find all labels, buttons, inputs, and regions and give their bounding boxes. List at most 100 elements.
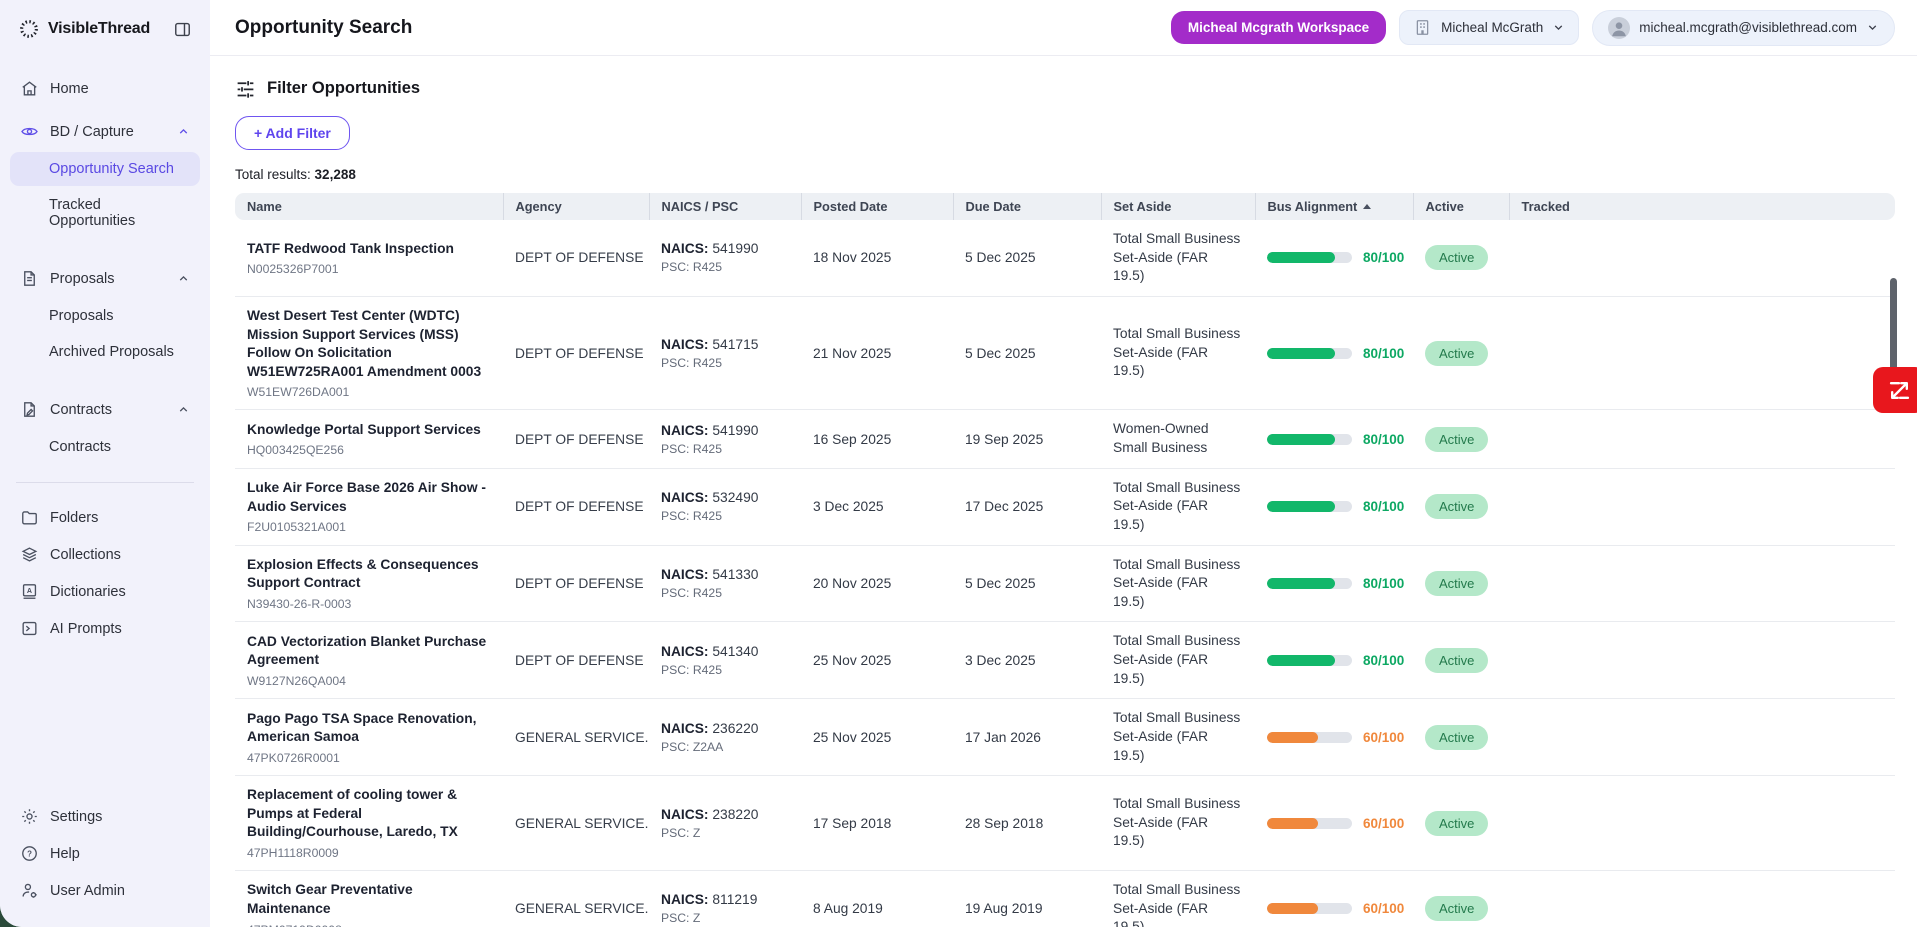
- alignment-score: 60/100: [1363, 816, 1404, 831]
- table-row[interactable]: Luke Air Force Base 2026 Air Show - Audi…: [235, 468, 1895, 545]
- table-row[interactable]: West Desert Test Center (WDTC) Mission S…: [235, 296, 1895, 410]
- posted-date-cell: 25 Nov 2025: [801, 622, 953, 699]
- table-row[interactable]: CAD Vectorization Blanket Purchase Agree…: [235, 622, 1895, 699]
- set-aside-cell: Total Small Business Set-Aside (FAR 19.5…: [1101, 776, 1255, 871]
- table-row[interactable]: Replacement of cooling tower & Pumps at …: [235, 776, 1895, 871]
- table-row[interactable]: Explosion Effects & Consequences Support…: [235, 545, 1895, 622]
- column-header-agency[interactable]: Agency: [503, 193, 649, 220]
- opportunity-name: West Desert Test Center (WDTC) Mission S…: [247, 307, 491, 382]
- naics-psc-cell: NAICS: 532490 PSC: R425: [649, 468, 801, 545]
- alignment-score: 60/100: [1363, 730, 1404, 745]
- sidebar-item-user-admin[interactable]: User Admin: [10, 872, 200, 909]
- sidebar-item-collections[interactable]: Collections: [10, 536, 200, 573]
- opportunity-id: W9127N26QA004: [247, 674, 491, 688]
- naics-psc-cell: NAICS: 541340 PSC: R425: [649, 622, 801, 699]
- workspace-button[interactable]: Micheal Mcgrath Workspace: [1171, 11, 1386, 44]
- column-header-due-date[interactable]: Due Date: [953, 193, 1101, 220]
- active-cell: Active: [1413, 871, 1509, 927]
- column-header-name[interactable]: Name: [235, 193, 503, 220]
- status-badge: Active: [1425, 341, 1488, 366]
- psc-value: PSC: R425: [661, 586, 789, 600]
- sidebar-divider: [16, 482, 194, 483]
- psc-value: PSC: Z2AA: [661, 740, 789, 754]
- top-bar: Opportunity Search Micheal Mcgrath Works…: [210, 0, 1917, 56]
- tracked-cell: [1509, 220, 1895, 296]
- table-row[interactable]: Pago Pago TSA Space Renovation, American…: [235, 699, 1895, 776]
- bus-alignment-cell: 60/100: [1255, 776, 1413, 871]
- sidebar-item-archived-proposals[interactable]: Archived Proposals: [10, 335, 200, 369]
- name-cell: Knowledge Portal Support Services HQ0034…: [235, 410, 503, 468]
- table-row[interactable]: Knowledge Portal Support Services HQ0034…: [235, 410, 1895, 468]
- sidebar-item-folders[interactable]: Folders: [10, 499, 200, 536]
- naics-psc-cell: NAICS: 541990 PSC: R425: [649, 410, 801, 468]
- status-badge: Active: [1425, 494, 1488, 519]
- bus-alignment-cell: 80/100: [1255, 622, 1413, 699]
- name-cell: Pago Pago TSA Space Renovation, American…: [235, 699, 503, 776]
- status-badge: Active: [1425, 427, 1488, 452]
- naics-psc-cell: NAICS: 541715 PSC: R425: [649, 296, 801, 410]
- column-header-tracked[interactable]: Tracked: [1509, 193, 1895, 220]
- agency-cell: GENERAL SERVICE...: [503, 871, 649, 927]
- sidebar-item-settings[interactable]: Settings: [10, 798, 200, 835]
- opportunity-name: Knowledge Portal Support Services: [247, 421, 491, 440]
- sidebar-item-tracked-opportunities[interactable]: Tracked Opportunities: [10, 188, 200, 238]
- alignment-bar: [1267, 578, 1352, 589]
- alignment-score: 60/100: [1363, 901, 1404, 916]
- bus-alignment-cell: 80/100: [1255, 410, 1413, 468]
- alignment-bar: [1267, 655, 1352, 666]
- sidebar-item-home[interactable]: Home: [10, 70, 200, 107]
- posted-date-cell: 25 Nov 2025: [801, 699, 953, 776]
- due-date-cell: 19 Sep 2025: [953, 410, 1101, 468]
- due-date-cell: 3 Dec 2025: [953, 622, 1101, 699]
- screen-capture-widget[interactable]: [1873, 367, 1917, 413]
- sidebar-item-dictionaries[interactable]: A Dictionaries: [10, 573, 200, 610]
- eye-icon: [20, 122, 39, 141]
- sidebar-item-ai-prompts[interactable]: AI Prompts: [10, 610, 200, 647]
- agency-cell: DEPT OF DEFENSE: [503, 220, 649, 296]
- tracked-cell: [1509, 545, 1895, 622]
- svg-text:?: ?: [27, 849, 32, 858]
- collapse-sidebar-icon[interactable]: [173, 20, 192, 39]
- bus-alignment-cell: 80/100: [1255, 468, 1413, 545]
- naics-value: NAICS: 541990: [661, 241, 789, 256]
- total-results: Total results: 32,288: [235, 167, 1895, 182]
- column-header-bus-alignment[interactable]: Bus Alignment: [1255, 193, 1413, 220]
- add-filter-button[interactable]: + Add Filter: [235, 116, 350, 150]
- naics-value: NAICS: 541340: [661, 644, 789, 659]
- sidebar-item-proposals[interactable]: Proposals: [10, 299, 200, 333]
- workspace-selector[interactable]: Micheal McGrath: [1399, 10, 1579, 45]
- sidebar-group-proposals[interactable]: Proposals: [10, 260, 200, 297]
- tracked-cell: [1509, 699, 1895, 776]
- chevron-down-icon: [1552, 21, 1565, 34]
- active-cell: Active: [1413, 296, 1509, 410]
- name-cell: TATF Redwood Tank Inspection N0025326P70…: [235, 220, 503, 296]
- naics-value: NAICS: 811219: [661, 892, 789, 907]
- alignment-score: 80/100: [1363, 432, 1404, 447]
- bus-alignment-cell: 60/100: [1255, 699, 1413, 776]
- brand: VisibleThread: [10, 14, 200, 44]
- active-cell: Active: [1413, 622, 1509, 699]
- active-cell: Active: [1413, 776, 1509, 871]
- column-header-posted-date[interactable]: Posted Date: [801, 193, 953, 220]
- alignment-score: 80/100: [1363, 653, 1404, 668]
- sidebar-group-bd-capture[interactable]: BD / Capture: [10, 113, 200, 150]
- document-icon: [20, 269, 39, 288]
- table-row[interactable]: Switch Gear Preventative Maintenance 47P…: [235, 871, 1895, 927]
- opportunity-name: TATF Redwood Tank Inspection: [247, 240, 491, 259]
- opportunity-name: Switch Gear Preventative Maintenance: [247, 881, 491, 918]
- set-aside-cell: Total Small Business Set-Aside (FAR 19.5…: [1101, 699, 1255, 776]
- sidebar-item-contracts[interactable]: Contracts: [10, 430, 200, 464]
- naics-value: NAICS: 236220: [661, 721, 789, 736]
- column-header-set-aside[interactable]: Set Aside: [1101, 193, 1255, 220]
- column-header-active[interactable]: Active: [1413, 193, 1509, 220]
- naics-value: NAICS: 541990: [661, 423, 789, 438]
- sidebar-group-contracts[interactable]: Contracts: [10, 391, 200, 428]
- opportunity-name: Explosion Effects & Consequences Support…: [247, 556, 491, 593]
- sidebar-item-help[interactable]: ? Help: [10, 835, 200, 872]
- main-content: Filter Opportunities + Add Filter Total …: [210, 56, 1917, 927]
- agency-cell: DEPT OF DEFENSE: [503, 545, 649, 622]
- column-header-naics-psc[interactable]: NAICS / PSC: [649, 193, 801, 220]
- sidebar-item-opportunity-search[interactable]: Opportunity Search: [10, 152, 200, 186]
- account-menu[interactable]: micheal.mcgrath@visiblethread.com: [1592, 10, 1895, 46]
- table-row[interactable]: TATF Redwood Tank Inspection N0025326P70…: [235, 220, 1895, 296]
